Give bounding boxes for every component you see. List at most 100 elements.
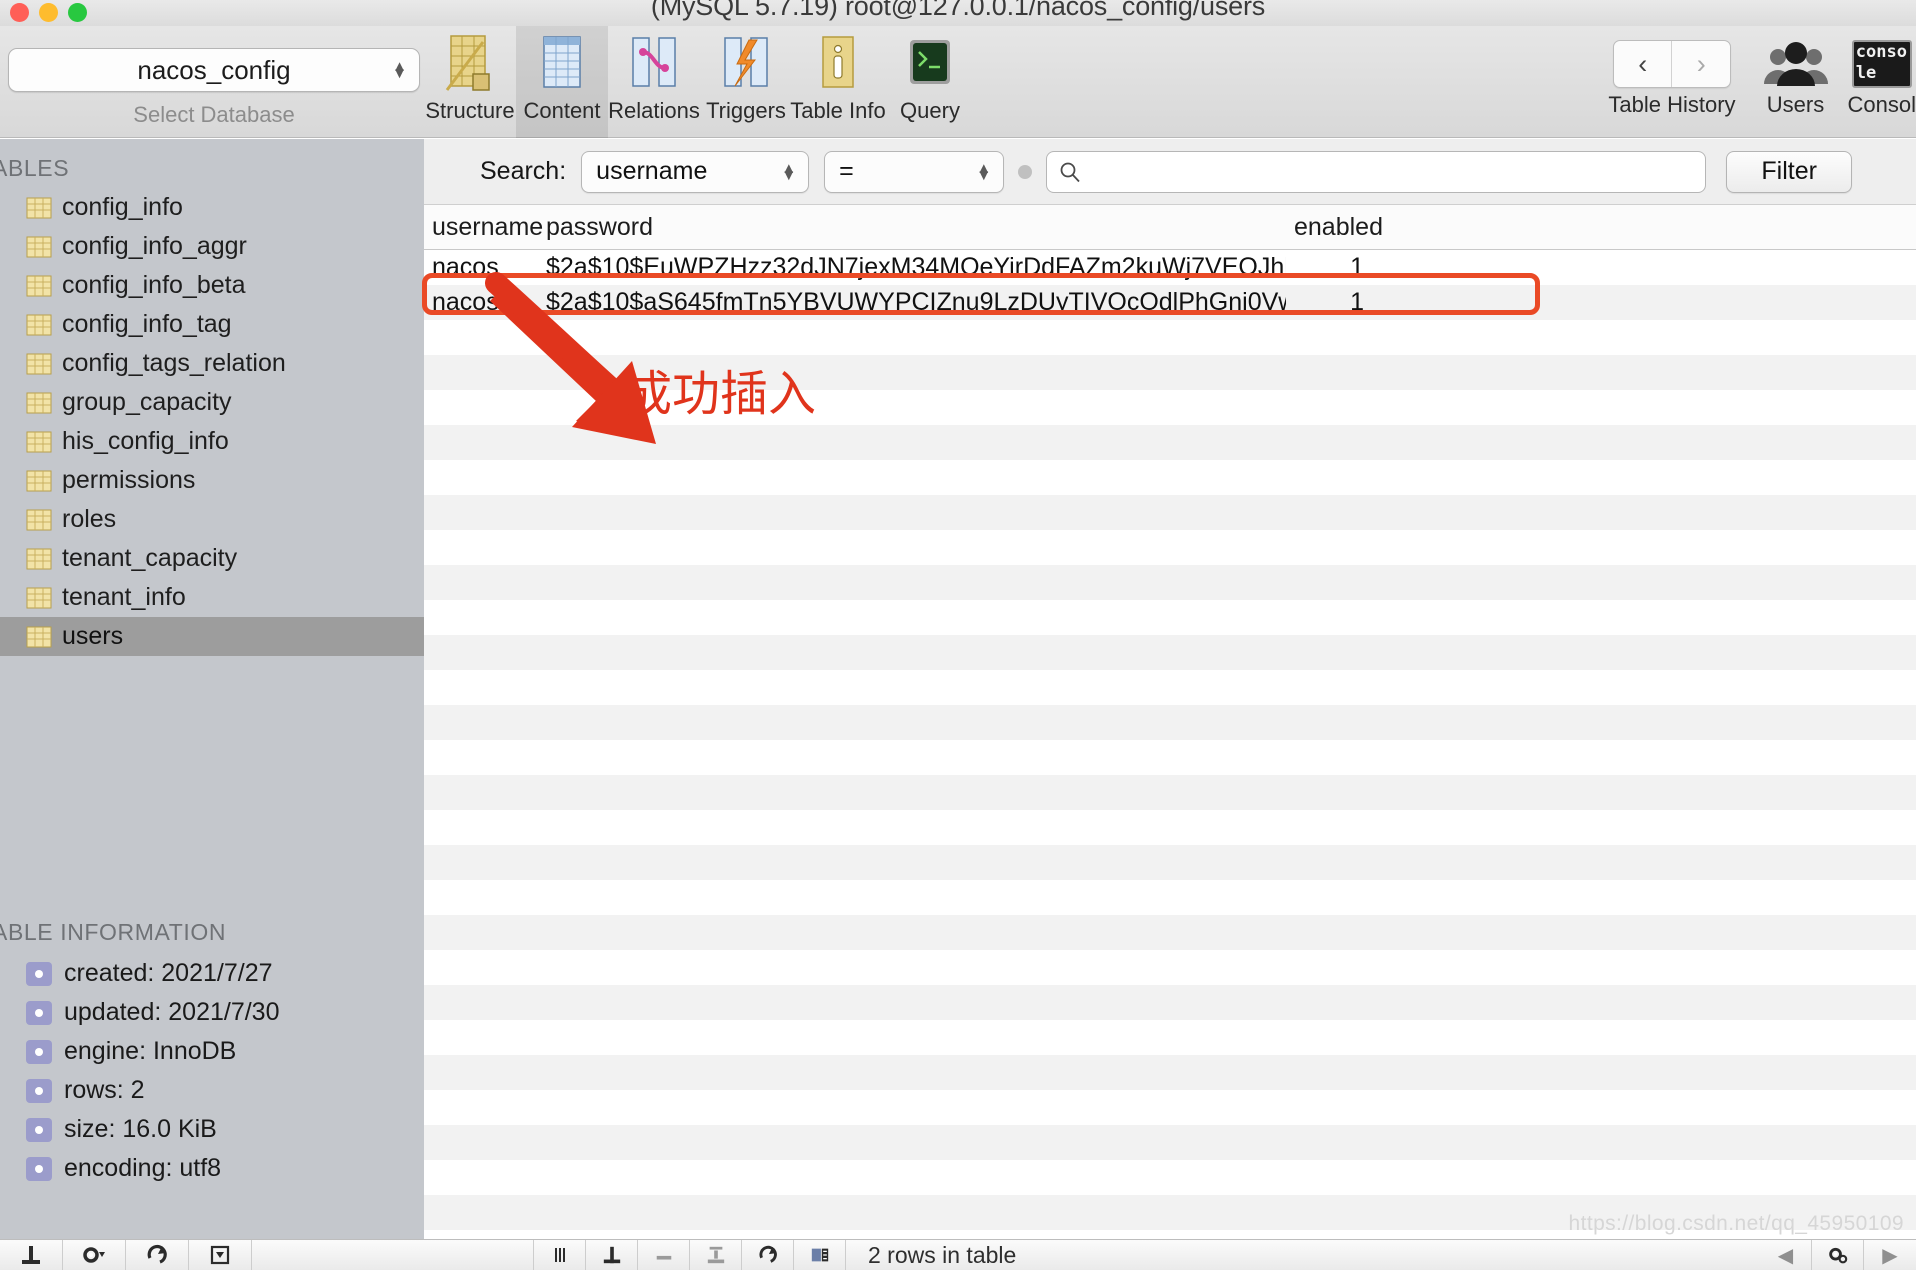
empty-row [424,1090,1916,1125]
filter-button[interactable]: Filter [1726,150,1853,193]
sidebar-item-tenant_info[interactable]: tenant_info [0,578,424,617]
empty-row [424,985,1916,1020]
refresh-rows-button[interactable] [742,1239,794,1270]
table-history-control[interactable]: ‹ › Table History [1608,26,1736,118]
empty-row [424,635,1916,670]
sidebar-item-config_info[interactable]: config_info [0,188,424,227]
history-next-button[interactable]: › [1672,41,1730,87]
page-prev-button[interactable]: ◀ [1760,1239,1812,1270]
empty-rows-area [424,320,1916,1270]
edit-row-button[interactable] [794,1239,846,1270]
info-item-label: engine: InnoDB [64,1037,237,1065]
table-information-header: ABLE INFORMATION [0,919,227,945]
info-item-updated: updated: 2021/7/30 [0,993,424,1032]
search-label: Search: [480,157,567,185]
add-row-button[interactable] [586,1239,638,1270]
content-pane: Search: username ▲▼ = ▲▼ Filter userna [422,139,1916,1270]
sidebar-item-label: group_capacity [62,388,232,416]
pager-controls: ◀ ▶ [1760,1239,1916,1270]
search-column-select[interactable]: username ▲ ▼ [581,150,810,193]
remove-row-button[interactable] [638,1239,690,1270]
tab-triggers[interactable]: Triggers [700,26,792,138]
sidebar-item-roles[interactable]: roles [0,500,424,539]
tab-query[interactable]: Query [884,26,976,138]
sidebar-item-users[interactable]: users [0,617,424,656]
column-header-password[interactable]: password [534,213,1286,242]
info-item-label: updated: 2021/7/30 [64,998,280,1026]
table-info-icon [822,36,854,88]
sidebar-item-config_info_tag[interactable]: config_info_tag [0,305,424,344]
plus-icon [22,1246,40,1264]
database-select[interactable]: nacos_config ▲ ▼ [8,48,420,92]
empty-row [424,880,1916,915]
table-icon [26,509,52,530]
search-operator-value: = [839,157,854,185]
search-input[interactable] [1046,150,1707,193]
sidebar-item-label: tenant_capacity [62,544,238,572]
add-table-button[interactable] [0,1239,63,1270]
page-next-button[interactable]: ▶ [1864,1240,1916,1270]
empty-row [424,915,1916,950]
sidebar-item-group_capacity[interactable]: group_capacity [0,383,424,422]
table-icon [26,314,52,335]
table-icon [26,626,52,647]
tab-structure[interactable]: Structure [424,26,516,138]
sidebar-item-config_info_aggr[interactable]: config_info_aggr [0,227,424,266]
sidebar-item-label: config_info_tag [62,310,232,338]
duplicate-icon [707,1246,724,1264]
export-tables-button[interactable] [189,1239,252,1270]
table-icon [26,236,52,257]
table-row[interactable]: nacos $2a$10$EuWPZHzz32dJN7jexM34MOeYirD… [424,250,1916,285]
column-header-username[interactable]: username [424,213,543,242]
history-nav-icon[interactable]: ‹ › [1612,40,1731,88]
empty-row [424,565,1916,600]
column-grip-handle[interactable] [534,1239,586,1270]
empty-row [424,1020,1916,1055]
pager-settings-button[interactable] [1812,1239,1864,1270]
toolbar-tab-group: Structure Content Relations Triggers Tab… [424,26,976,138]
cell-username: nacos1 [432,288,513,316]
empty-row [424,740,1916,775]
table-icon [26,392,52,413]
column-header-enabled[interactable]: enabled [1286,213,1394,242]
sidebar-item-config_tags_relation[interactable]: config_tags_relation [0,344,424,383]
empty-row [424,495,1916,530]
refresh-tables-button[interactable] [126,1239,189,1270]
empty-row [424,810,1916,845]
history-prev-button[interactable]: ‹ [1614,41,1673,87]
empty-row [424,600,1916,635]
refresh-icon [147,1244,167,1264]
database-select-value: nacos_config [137,54,291,85]
console-icon: conso le off [1851,40,1912,88]
sidebar-item-permissions[interactable]: permissions [0,461,424,500]
tab-relations[interactable]: Relations [608,26,700,138]
table-row[interactable]: nacos1 $2a$10$aS645fmTn5YBVUWYPCIZnu9LzD… [424,285,1916,320]
table-settings-button[interactable] [63,1239,126,1270]
duplicate-row-button[interactable] [690,1239,742,1270]
tab-content-label: Content [523,98,601,123]
tab-triggers-label: Triggers [706,98,786,123]
sequel-pro-window: (MySQL 5.7.19) root@127.0.0.1/nacos_conf… [0,0,1916,1270]
tab-content[interactable]: Content [516,26,608,138]
cell-password: $2a$10$EuWPZHzz32dJN7jexM34MOeYirDdFAZm2… [546,253,1286,281]
console-icon-line1: conso [1855,42,1907,62]
tab-table-info[interactable]: Table Info [790,26,886,138]
users-button[interactable]: Users [1760,26,1832,118]
toolbar: nacos_config ▲ ▼ Select Database Structu… [0,26,1916,138]
empty-row [424,390,1916,425]
console-button[interactable]: conso le off Consol [1848,26,1916,118]
filter-bar: Search: username ▲ ▼ = ▲ ▼ Filter [424,139,1916,205]
sidebar-item-label: permissions [62,466,196,494]
sidebar-item-tenant_capacity[interactable]: tenant_capacity [0,539,424,578]
result-grid-header: username password enabled [424,205,1916,250]
result-grid: username password enabled nacos $2a$10$E… [422,205,1916,1270]
sidebar-item-his_config_info[interactable]: his_config_info [0,422,424,461]
search-operator-select[interactable]: = ▲ ▼ [824,150,1005,193]
sidebar-item-config_info_beta[interactable]: config_info_beta [0,266,424,305]
table-icon [26,197,52,218]
sidebar-status-bar [0,1239,424,1270]
minus-icon [656,1255,671,1260]
watermark: https://blog.csdn.net/qq_45950109 [1568,1212,1904,1235]
empty-row [424,320,1916,355]
info-item-engine: engine: InnoDB [0,1032,424,1071]
